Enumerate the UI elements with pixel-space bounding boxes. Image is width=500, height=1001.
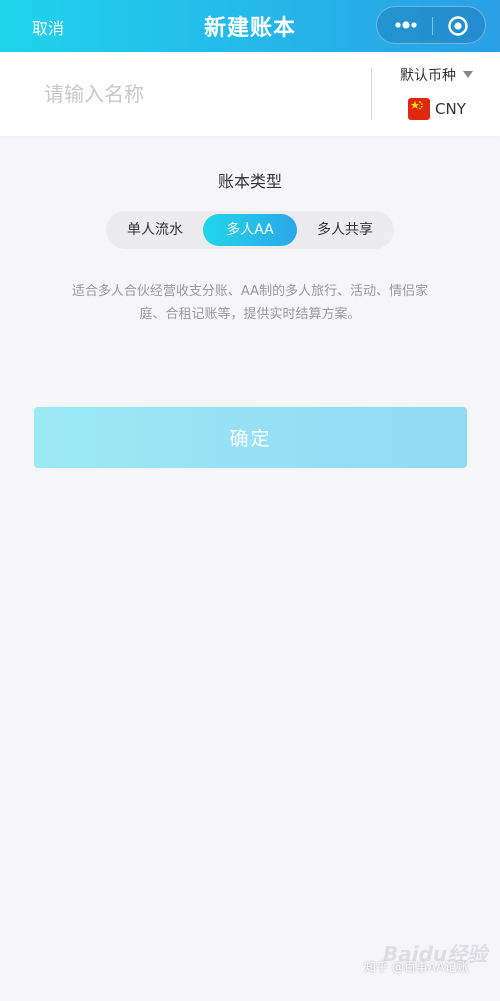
type-option-shared[interactable]: 多人共享: [296, 211, 394, 249]
more-dots-icon[interactable]: [391, 15, 421, 35]
currency-selector[interactable]: CNY: [408, 98, 466, 120]
ledger-name-input[interactable]: [30, 70, 350, 118]
currency-label[interactable]: 默认币种: [400, 65, 456, 85]
dropdown-arrow-icon[interactable]: [463, 71, 473, 78]
vertical-divider: [371, 68, 372, 120]
confirm-button[interactable]: 确定: [34, 407, 467, 468]
record-circle-icon[interactable]: [447, 15, 469, 37]
name-input-section: 默认币种 CNY: [0, 52, 500, 136]
top-navigation-bar: 取消 新建账本: [0, 0, 500, 52]
ledger-type-description: 适合多人合伙经营收支分账、AA制的多人旅行、活动、情侣家庭、合租记账等，提供实时…: [71, 284, 429, 322]
china-flag-icon: [408, 98, 430, 120]
ledger-type-segmented-control: 单人流水 多人共享 多人AA: [106, 211, 394, 249]
ledger-type-title: 账本类型: [217, 172, 282, 191]
type-option-single[interactable]: 单人流水: [106, 211, 204, 249]
type-option-aa-selected[interactable]: 多人AA: [203, 214, 297, 246]
watermark-text: 知乎 @百事AA记账: [364, 960, 469, 974]
currency-code: CNY: [435, 100, 466, 118]
miniprogram-capsule: [376, 6, 486, 44]
capsule-divider: [432, 17, 433, 35]
